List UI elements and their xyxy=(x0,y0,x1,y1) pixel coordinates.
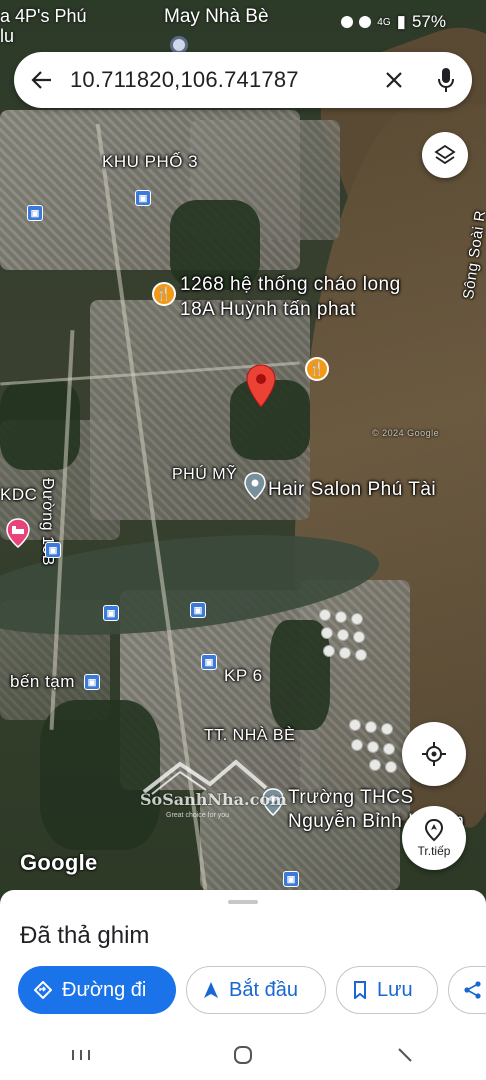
status-left-line2: lu xyxy=(0,26,15,46)
storage-tank xyxy=(324,646,334,656)
back-chevron-icon xyxy=(398,1048,412,1062)
map-copyright-ghost: © 2024 Google xyxy=(372,428,440,438)
my-location-button[interactable] xyxy=(402,722,466,786)
start-label: Bắt đầu xyxy=(229,978,298,1001)
poi-label-school-line1[interactable]: Trường THCS xyxy=(288,786,414,810)
storage-tank xyxy=(384,744,394,754)
storage-tank xyxy=(356,650,366,660)
restaurant-icon[interactable]: 🍴 xyxy=(152,282,176,306)
storage-tank xyxy=(352,614,362,624)
bus-stop-icon[interactable]: ▣ xyxy=(27,205,43,221)
lodging-pin-icon[interactable] xyxy=(6,518,30,548)
search-bar[interactable]: 10.711820,106.741787 xyxy=(14,52,472,108)
storage-tank xyxy=(386,762,396,772)
system-navigation-bar xyxy=(0,1030,486,1080)
storage-tank xyxy=(368,742,378,752)
storage-tank xyxy=(366,722,376,732)
microphone-icon xyxy=(438,68,454,92)
status-left-line1: a 4P's Phú xyxy=(0,6,87,26)
watermark-logo: SoSanhNha.com Great choice for you xyxy=(126,750,287,828)
home-icon xyxy=(234,1046,252,1064)
dropped-pin-icon[interactable] xyxy=(246,364,276,408)
clear-search-button[interactable] xyxy=(368,52,420,108)
bus-stop-icon[interactable]: ▣ xyxy=(190,602,206,618)
signal-icon: ▮ xyxy=(396,12,406,31)
status-icons: 4G ▮ 57% xyxy=(341,12,446,32)
directions-button[interactable]: Đường đi xyxy=(18,966,176,1014)
save-label: Lưu xyxy=(377,978,413,1001)
poi-label-hair-salon[interactable]: Hair Salon Phú Tài xyxy=(268,478,436,502)
navigate-label: Tr.tiếp xyxy=(417,844,451,858)
navigate-button[interactable]: Tr.tiếp xyxy=(402,806,466,870)
map-label-kdc: KDC xyxy=(0,485,38,504)
bus-stop-icon[interactable]: ▣ xyxy=(283,871,299,887)
map-label-kp6: KP 6 xyxy=(224,666,263,685)
map-label-phu-my: PHÚ MỸ xyxy=(172,466,238,483)
network-type: 4G xyxy=(377,16,391,28)
watermark-text: SoSanhNha.com xyxy=(140,790,287,809)
status-left-text: a 4P's Phú lu xyxy=(0,6,87,46)
status-bar: a 4P's Phú lu May Nhà Bè 4G ▮ 57% xyxy=(0,0,486,46)
navigation-arrow-icon xyxy=(204,982,218,998)
search-query[interactable]: 10.711820,106.741787 xyxy=(70,67,368,93)
storage-tank xyxy=(352,740,362,750)
restaurant-icon[interactable]: 🍴 xyxy=(305,357,329,381)
bus-stop-icon[interactable]: ▣ xyxy=(45,542,61,558)
storage-tank xyxy=(322,628,332,638)
directions-icon xyxy=(34,981,52,999)
map-label-ben-tam: bến tạm xyxy=(10,672,75,691)
back-button[interactable] xyxy=(14,52,70,108)
voice-search-button[interactable] xyxy=(420,52,472,108)
watermark-subtext: Great choice for you xyxy=(166,812,230,819)
back-nav-button[interactable] xyxy=(375,1035,435,1075)
navigation-pin-icon xyxy=(424,818,444,842)
location-dot-icon xyxy=(359,16,372,28)
storage-tank xyxy=(340,648,350,658)
notification-dot-icon xyxy=(341,16,354,28)
recent-apps-icon xyxy=(72,1050,90,1060)
storage-tank xyxy=(336,612,346,622)
bookmark-icon xyxy=(354,981,366,999)
google-logo: Google xyxy=(20,850,98,875)
home-button[interactable] xyxy=(213,1035,273,1075)
storage-tank xyxy=(350,720,360,730)
storage-tank xyxy=(354,632,364,642)
share-icon xyxy=(464,981,481,999)
sheet-drag-handle[interactable] xyxy=(228,900,258,904)
storage-tank xyxy=(338,630,348,640)
storage-tank xyxy=(382,724,392,734)
map-label-khu-pho-3: KHU PHỐ 3 xyxy=(102,152,199,171)
map-layers-button[interactable] xyxy=(422,132,468,178)
poi-label-line1[interactable]: 1268 hệ thống cháo long xyxy=(180,273,401,297)
layers-icon xyxy=(434,144,456,165)
bus-stop-icon[interactable]: ▣ xyxy=(84,674,100,690)
directions-label: Đường đi xyxy=(62,978,147,1001)
bus-stop-icon[interactable]: ▣ xyxy=(135,190,151,206)
battery-level: 57% xyxy=(411,12,446,31)
bus-stop-icon[interactable]: ▣ xyxy=(103,605,119,621)
storage-tank xyxy=(320,610,330,620)
save-button[interactable]: Lưu xyxy=(336,966,438,1014)
bus-stop-icon[interactable]: ▣ xyxy=(201,654,217,670)
status-center-label: May Nhà Bè xyxy=(164,6,269,27)
back-arrow-icon xyxy=(31,71,51,89)
vegetation xyxy=(270,620,330,730)
close-icon xyxy=(386,72,402,88)
salon-pin-icon[interactable] xyxy=(244,472,266,500)
sheet-title: Đã thả ghim xyxy=(20,922,150,949)
recent-apps-button[interactable] xyxy=(51,1035,111,1075)
start-button[interactable]: Bắt đầu xyxy=(186,966,326,1014)
action-chips: Đường đi Bắt đầu Lưu xyxy=(18,966,486,1014)
share-button[interactable] xyxy=(448,966,486,1014)
crosshair-icon xyxy=(422,742,446,766)
poi-label-line2[interactable]: 18A Huỳnh tấn phat xyxy=(180,298,356,322)
map-label-tt-nha-be: TT. NHÀ BÈ xyxy=(204,727,296,744)
storage-tank xyxy=(370,760,380,770)
